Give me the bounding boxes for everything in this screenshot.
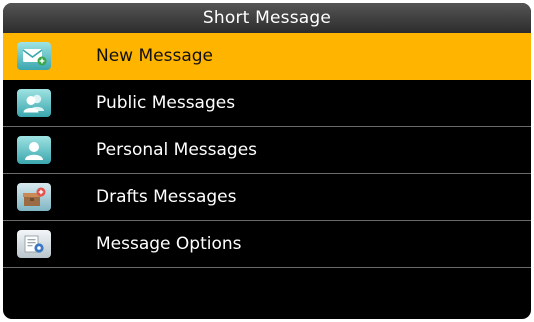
menu-item-label: Personal Messages (96, 140, 258, 160)
menu-item-new-message[interactable]: New Message (3, 33, 531, 80)
user-icon (17, 136, 51, 164)
device-screen: Short Message New Message Public Message… (3, 3, 531, 319)
message-menu: New Message Public Messages Personal Mes… (3, 33, 531, 268)
title-bar: Short Message (3, 3, 531, 33)
menu-item-personal-messages[interactable]: Personal Messages (3, 127, 531, 174)
menu-item-label: Message Options (96, 234, 242, 254)
menu-item-label: Public Messages (96, 93, 236, 113)
envelope-plus-icon (17, 42, 51, 70)
page-title: Short Message (202, 8, 332, 28)
users-icon (17, 89, 51, 117)
menu-item-label: New Message (96, 46, 213, 66)
menu-item-label: Drafts Messages (96, 187, 237, 207)
menu-item-message-options[interactable]: Message Options (3, 221, 531, 268)
menu-item-public-messages[interactable]: Public Messages (3, 80, 531, 127)
document-gear-icon (17, 230, 51, 258)
drafts-box-icon (17, 183, 51, 211)
menu-item-drafts-messages[interactable]: Drafts Messages (3, 174, 531, 221)
